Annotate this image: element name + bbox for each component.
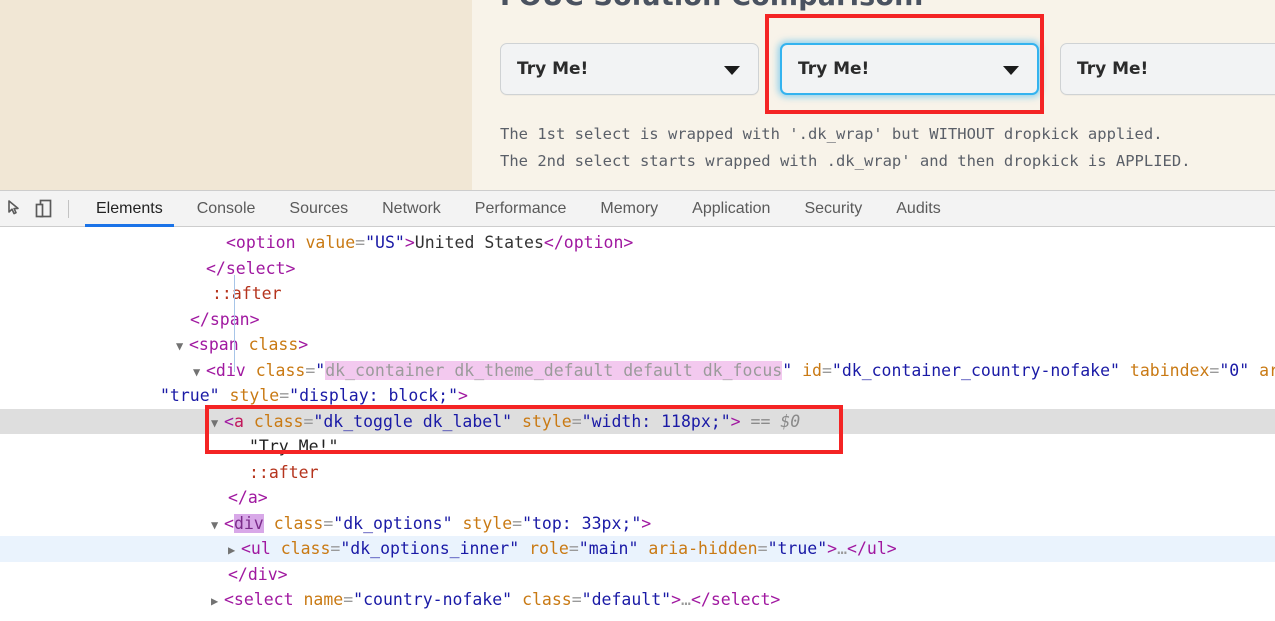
dom-guide-line [234,275,235,372]
select-second-focused[interactable]: Try Me! [780,43,1039,95]
select-third-label: Try Me! [1077,59,1149,79]
dom-line-dk-container-wrap[interactable]: "true" style="display: block;"> [0,383,1275,409]
tab-memory[interactable]: Memory [583,191,675,227]
page-note-3-clipped [500,175,1191,187]
selects-row: Try Me! Try Me! Try Me! [500,43,1275,95]
tab-network[interactable]: Network [365,191,458,227]
devtools-toolbar: Elements Console Sources Network Perform… [0,191,1275,227]
dom-line-a-close[interactable]: </a> [0,485,1275,511]
chevron-down-icon [1003,66,1019,75]
dom-line-select-close[interactable]: </select> [0,256,1275,282]
dom-line-try-me-text[interactable]: "Try Me!" [0,434,1275,460]
select-third[interactable]: Try Me! [1060,43,1275,95]
tab-audits[interactable]: Audits [879,191,957,227]
devtools-tabs: Elements Console Sources Network Perform… [79,191,958,227]
chevron-down-icon [724,66,740,75]
tab-elements[interactable]: Elements [79,191,180,227]
dom-line-dk-options[interactable]: ▼ <div class="dk_options" style="top: 33p… [0,511,1275,537]
dom-line-clipped-bottom[interactable]: … [0,613,1275,621]
inspect-element-icon[interactable] [0,195,30,223]
devtools-panel: Elements Console Sources Network Perform… [0,190,1275,621]
page-notes: The 1st select is wrapped with '.dk_wrap… [500,121,1191,187]
page-content: FOUC Solution Comparison. Try Me! Try Me… [472,0,1275,190]
browser-viewport: FOUC Solution Comparison. Try Me! Try Me… [0,0,1275,190]
dom-line-dk-options-inner[interactable]: ▶ <ul class="dk_options_inner" role="main… [0,536,1275,562]
toolbar-divider [68,199,69,218]
tab-application[interactable]: Application [675,191,787,227]
select-first[interactable]: Try Me! [500,43,759,95]
tab-console[interactable]: Console [180,191,273,227]
dom-line-after-1[interactable]: ::after [0,281,1275,307]
dom-line-span-close[interactable]: </span> [0,307,1275,333]
tab-sources[interactable]: Sources [272,191,365,227]
dom-line-select-nofake[interactable]: ▶ <select name="country-nofake" class="de… [0,587,1275,613]
dom-line-dk-container[interactable]: ▼ <div class="dk_container dk_theme_defau… [0,358,1275,384]
devtools-toolbar-icons [0,195,79,223]
page-title: FOUC Solution Comparison. [500,0,924,12]
dom-line-dk-toggle-selected[interactable]: ▼ <a class="dk_toggle dk_label" style="wi… [0,408,1275,434]
dom-line-div-close[interactable]: </div> [0,562,1275,588]
screenshot-root: FOUC Solution Comparison. Try Me! Try Me… [0,0,1275,621]
select-first-label: Try Me! [517,59,589,79]
dom-line-after-2[interactable]: ::after [0,460,1275,486]
page-note-1: The 1st select is wrapped with '.dk_wrap… [500,125,1163,143]
device-toolbar-icon[interactable] [30,195,60,223]
tab-security[interactable]: Security [787,191,879,227]
page-note-2: The 2nd select starts wrapped with .dk_w… [500,152,1191,170]
dom-line-span-open[interactable]: ▼ <span class> [0,332,1275,358]
select-second-label: Try Me! [798,59,870,79]
dom-line-option[interactable]: <option value="US">United States</option… [0,230,1275,256]
dom-tree[interactable]: <option value="US">United States</option… [0,227,1275,621]
tab-performance[interactable]: Performance [458,191,584,227]
